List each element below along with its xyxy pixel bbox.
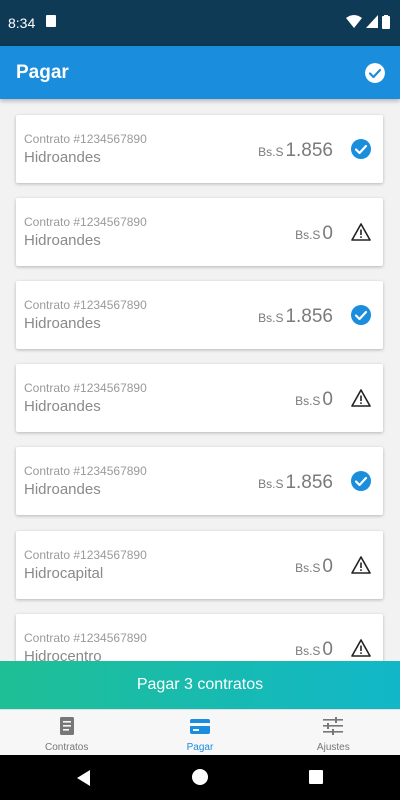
- nav-item-pagar[interactable]: Pagar: [133, 710, 266, 756]
- currency-label: Bs.S: [295, 644, 321, 658]
- warning-icon: [351, 639, 371, 657]
- contract-card[interactable]: Contrato #1234567890 Hidrocentro Bs.S 0: [16, 614, 383, 661]
- contract-amount: Bs.S 1.856: [258, 140, 333, 162]
- contract-company: Hidroandes: [24, 481, 101, 498]
- amount-value: 0: [322, 556, 333, 577]
- document-icon: [59, 717, 74, 735]
- contract-card[interactable]: Contrato #1234567890 Hidroandes Bs.S 1.85…: [16, 281, 383, 349]
- currency-label: Bs.S: [295, 561, 321, 575]
- home-icon[interactable]: [191, 768, 209, 786]
- select-all-check-icon[interactable]: [365, 63, 385, 83]
- currency-label: Bs.S: [258, 145, 284, 159]
- bottom-nav: Contratos Pagar Ajustes: [0, 709, 400, 756]
- status-bar: 8:34: [0, 0, 400, 46]
- contract-number: Contrato #1234567890: [24, 132, 147, 146]
- contract-company: Hidroandes: [24, 232, 101, 249]
- contract-card[interactable]: Contrato #1234567890 Hidroandes Bs.S 1.85…: [16, 447, 383, 515]
- nav-label: Pagar: [186, 742, 214, 753]
- nav-item-contratos[interactable]: Contratos: [0, 710, 133, 756]
- sliders-icon: [323, 717, 344, 735]
- contract-number: Contrato #1234567890: [24, 631, 147, 645]
- sd-card-icon: [46, 15, 56, 27]
- recents-icon[interactable]: [308, 769, 324, 785]
- contract-list[interactable]: Contrato #1234567890 Hidroandes Bs.S 1.85…: [0, 99, 400, 661]
- pay-contracts-button[interactable]: Pagar 3 contratos: [0, 661, 400, 709]
- status-time: 8:34: [8, 15, 36, 31]
- currency-label: Bs.S: [295, 394, 321, 408]
- amount-value: 1.856: [285, 472, 333, 493]
- contract-number: Contrato #1234567890: [24, 298, 147, 312]
- contract-company: Hidrocapital: [24, 565, 104, 582]
- contract-company: Hidroandes: [24, 149, 101, 166]
- contract-number: Contrato #1234567890: [24, 464, 147, 478]
- contract-card[interactable]: Contrato #1234567890 Hidroandes Bs.S 0: [16, 364, 383, 432]
- contract-card[interactable]: Contrato #1234567890 Hidroandes Bs.S 1.85…: [16, 115, 383, 183]
- battery-icon: [382, 15, 390, 29]
- contract-amount: Bs.S 0: [295, 389, 333, 411]
- amount-value: 0: [322, 639, 333, 660]
- check-circle-icon[interactable]: [351, 139, 371, 159]
- card-icon: [189, 719, 210, 734]
- amount-value: 0: [322, 389, 333, 410]
- currency-label: Bs.S: [258, 311, 284, 325]
- contract-number: Contrato #1234567890: [24, 548, 147, 562]
- nav-label: Ajustes: [316, 742, 350, 753]
- warning-icon: [351, 223, 371, 241]
- warning-icon: [351, 389, 371, 407]
- back-icon[interactable]: [75, 769, 93, 787]
- contract-amount: Bs.S 1.856: [258, 306, 333, 328]
- app-bar: Pagar: [0, 46, 400, 99]
- currency-label: Bs.S: [295, 228, 321, 242]
- contract-amount: Bs.S 0: [295, 556, 333, 578]
- nav-item-ajustes[interactable]: Ajustes: [267, 710, 400, 756]
- contract-amount: Bs.S 1.856: [258, 472, 333, 494]
- amount-value: 1.856: [285, 306, 333, 327]
- amount-value: 1.856: [285, 140, 333, 161]
- contract-number: Contrato #1234567890: [24, 215, 147, 229]
- check-circle-icon[interactable]: [351, 305, 371, 325]
- nav-label: Contratos: [44, 742, 89, 753]
- system-nav-bar: [0, 755, 400, 800]
- amount-value: 0: [322, 223, 333, 244]
- currency-label: Bs.S: [258, 477, 284, 491]
- check-circle-icon[interactable]: [351, 471, 371, 491]
- contract-company: Hidrocentro: [24, 648, 102, 661]
- contract-company: Hidroandes: [24, 398, 101, 415]
- signal-icon: [366, 15, 378, 28]
- status-icons: [346, 15, 390, 29]
- contract-company: Hidroandes: [24, 315, 101, 332]
- contract-card[interactable]: Contrato #1234567890 Hidrocapital Bs.S 0: [16, 531, 383, 599]
- page-title: Pagar: [16, 62, 69, 83]
- wifi-icon: [346, 15, 362, 28]
- warning-icon: [351, 556, 371, 574]
- contract-number: Contrato #1234567890: [24, 381, 147, 395]
- contract-card[interactable]: Contrato #1234567890 Hidroandes Bs.S 0: [16, 198, 383, 266]
- contract-amount: Bs.S 0: [295, 223, 333, 245]
- contract-amount: Bs.S 0: [295, 639, 333, 661]
